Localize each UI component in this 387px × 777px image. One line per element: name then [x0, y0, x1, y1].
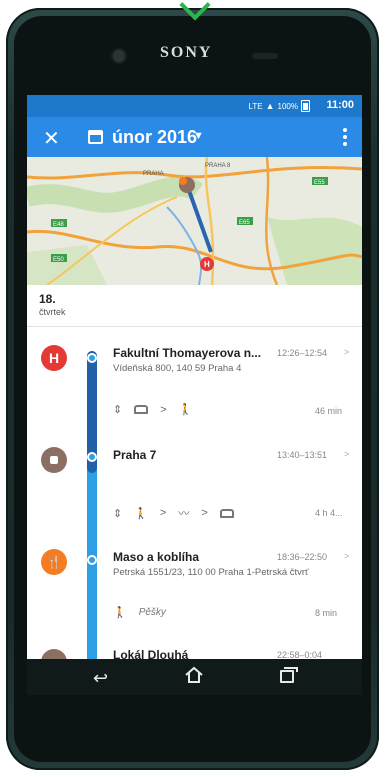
car-icon — [134, 405, 149, 414]
timeline-node — [87, 452, 97, 462]
movement-duration: 8 min — [315, 608, 338, 618]
device-brand-logo: SONY — [160, 44, 213, 61]
map-label-praha8: PRAHA 8 — [205, 163, 231, 169]
front-camera-icon — [113, 50, 125, 62]
battery-icon — [301, 100, 310, 112]
restaurant-icon[interactable]: 🍴 — [41, 549, 67, 575]
day-number: 18. — [39, 292, 56, 306]
day-name: čtvrtek — [39, 307, 66, 317]
screen: LTE ▲ 100% 11:00 ✕ únor 2016 ▼ H PRAHA P… — [27, 95, 362, 695]
place-time: 12:26–12:54 — [277, 348, 328, 358]
calendar-icon[interactable] — [88, 130, 103, 144]
map-label-praha: PRAHA — [143, 171, 164, 177]
place-icon[interactable] — [41, 447, 67, 473]
chevron-right-icon[interactable]: > — [344, 551, 349, 561]
movement-row[interactable]: 🚶 Pěšky — [113, 606, 166, 619]
proximity-sensor — [252, 53, 278, 59]
app-bar: ✕ únor 2016 ▼ — [27, 117, 362, 157]
place-address: Vídeňská 800, 140 59 Praha 4 — [113, 363, 242, 374]
network-type: LTE — [248, 101, 263, 111]
place-name[interactable]: Fakultní Thomayerova n... — [113, 346, 261, 360]
chevron-right-icon[interactable]: > — [344, 449, 349, 459]
timeline-node — [87, 555, 97, 565]
chevron-right-icon: > — [159, 507, 167, 519]
status-icons: LTE ▲ 100% — [249, 100, 310, 112]
home-icon[interactable] — [184, 665, 204, 690]
place-time: 18:36–22:50 — [277, 552, 328, 562]
back-icon[interactable]: ↩ — [93, 668, 108, 689]
chevron-right-icon[interactable]: > — [344, 347, 349, 357]
place-time: 13:40–13:51 — [277, 450, 328, 460]
map-graphic: H PRAHA PRAHA 8 E55 E65 E50 E48 — [27, 156, 362, 286]
sort-icon: ⇕ — [113, 507, 123, 520]
movement-duration: 46 min — [315, 406, 343, 416]
place-name[interactable]: Maso a koblíha — [113, 550, 199, 564]
route-map[interactable]: H PRAHA PRAHA 8 E55 E65 E50 E48 — [27, 156, 362, 286]
close-icon[interactable]: ✕ — [43, 126, 60, 151]
sort-icon: ⇕ — [113, 404, 123, 416]
overflow-menu-icon[interactable] — [343, 128, 347, 146]
place-address: Petrská 1551/23, 110 00 Praha 1-Petrská … — [113, 567, 309, 578]
chevron-right-icon: > — [201, 507, 208, 519]
status-bar: LTE ▲ 100% 11:00 — [27, 95, 362, 117]
signal-icon: ▲ — [265, 101, 275, 111]
divider — [27, 326, 362, 327]
movement-label: Pěšky — [138, 607, 166, 618]
walking-icon: 🚶 — [178, 404, 193, 416]
navigation-bar: ↩ — [27, 659, 362, 695]
hospital-icon[interactable]: H — [41, 345, 67, 371]
timeline-node — [87, 353, 97, 363]
map-label-e65: E65 — [239, 220, 250, 226]
trend-icon: 〰 — [178, 508, 190, 520]
status-time: 11:00 — [326, 99, 354, 111]
map-label-e55: E55 — [314, 180, 325, 186]
place-name[interactable]: Praha 7 — [113, 448, 156, 462]
map-label-e48: E48 — [53, 222, 64, 228]
chevron-right-icon: > — [160, 403, 167, 416]
chevron-down-icon[interactable]: ▼ — [193, 130, 204, 142]
movement-row[interactable]: ⇕ 🚶 > 〰 > — [113, 505, 234, 521]
car-icon — [219, 508, 234, 518]
walking-icon: 🚶 — [113, 607, 127, 619]
walking-icon: 🚶 — [134, 507, 148, 520]
recent-apps-icon[interactable] — [280, 667, 298, 683]
map-label-e50: E50 — [53, 257, 64, 263]
svg-text:H: H — [204, 260, 210, 269]
movement-duration: 4 h 4... — [315, 508, 343, 518]
month-selector[interactable]: únor 2016 — [112, 127, 197, 148]
movement-row[interactable]: ⇕ > 🚶 — [113, 403, 193, 417]
battery-level: 100% — [277, 101, 298, 111]
